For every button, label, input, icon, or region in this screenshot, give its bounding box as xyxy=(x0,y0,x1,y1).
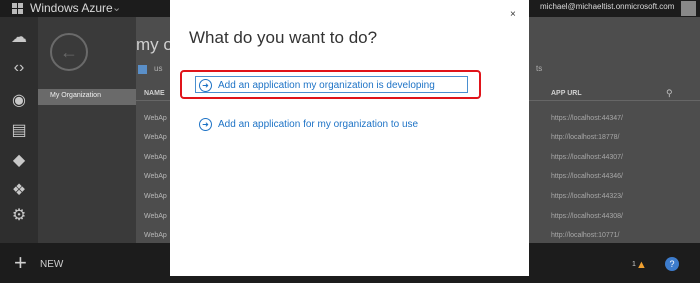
table-row-url[interactable]: https://localhost:44347/ xyxy=(551,115,623,122)
option-use-app[interactable]: ➜ Add an application for my organization… xyxy=(199,117,418,131)
user-email[interactable]: michael@michaeltist.onmicrosoft.com xyxy=(540,2,674,11)
arrow-right-circle-icon: ➜ xyxy=(199,117,212,131)
column-header-name[interactable]: NAME xyxy=(144,90,165,97)
storage-icon[interactable]: ▤ xyxy=(9,122,29,140)
left-nav: ☁ ‹› ◉ ▤ ◆ ❖ ⚙ xyxy=(0,17,38,243)
table-row-url[interactable]: http://localhost:10771/ xyxy=(551,232,620,239)
table-row-url[interactable]: https://localhost:44307/ xyxy=(551,154,623,161)
dialog-heading: What do you want to do? xyxy=(189,28,378,47)
page-subtitle-right: ts xyxy=(536,64,543,73)
table-row-name[interactable]: WebAp xyxy=(144,154,167,161)
plus-icon[interactable]: + xyxy=(14,252,27,274)
table-row-url[interactable]: http://localhost:18778/ xyxy=(551,134,620,141)
table-row-name[interactable]: WebAp xyxy=(144,213,167,220)
page-title: my o xyxy=(136,35,173,54)
search-icon[interactable]: ⚲ xyxy=(666,88,673,99)
back-arrow-icon[interactable]: ← xyxy=(50,33,88,71)
table-row-name[interactable]: WebAp xyxy=(144,134,167,141)
page-subtitle: us xyxy=(154,64,163,73)
globe-icon[interactable]: ◉ xyxy=(9,92,29,110)
table-row-url[interactable]: https://localhost:44346/ xyxy=(551,173,623,180)
users-icon xyxy=(138,65,147,74)
table-row-name[interactable]: WebAp xyxy=(144,173,167,180)
table-row-name[interactable]: WebAp xyxy=(144,232,167,239)
warning-icon[interactable]: ▲ xyxy=(636,259,647,271)
code-icon[interactable]: ‹› xyxy=(9,59,29,77)
table-row-name[interactable]: WebAp xyxy=(144,115,167,122)
avatar[interactable] xyxy=(681,1,696,16)
app-title: Windows Azure xyxy=(30,1,113,15)
add-application-dialog: × What do you want to do? ➜ Add an appli… xyxy=(170,0,529,276)
table-row-url[interactable]: https://localhost:44323/ xyxy=(551,193,623,200)
help-icon[interactable]: ? xyxy=(665,257,679,271)
diamond-icon[interactable]: ◆ xyxy=(9,152,29,170)
table-row-name[interactable]: WebAp xyxy=(144,193,167,200)
subnav-item-my-organization[interactable]: My Organization xyxy=(38,89,136,105)
gear-icon[interactable]: ⚙ xyxy=(9,207,29,225)
chevron-down-icon[interactable]: ⌄ xyxy=(112,1,121,14)
new-button[interactable]: NEW xyxy=(40,259,63,270)
cloud-icon[interactable]: ☁ xyxy=(9,29,29,47)
subnav-item-label: My Organization xyxy=(50,92,101,99)
close-icon[interactable]: × xyxy=(510,9,516,20)
column-header-app-url[interactable]: APP URL xyxy=(551,90,582,97)
windows-logo-icon xyxy=(12,3,24,14)
network-icon[interactable]: ❖ xyxy=(9,182,29,200)
option-use-app-label[interactable]: Add an application for my organization t… xyxy=(218,119,418,130)
highlight-annotation xyxy=(180,70,481,99)
table-row-url[interactable]: https://localhost:44308/ xyxy=(551,213,623,220)
